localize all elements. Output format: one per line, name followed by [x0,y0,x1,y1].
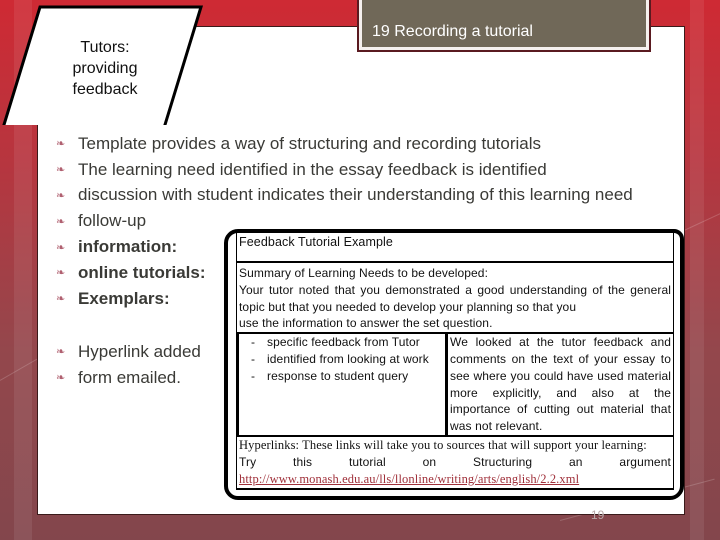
fleuron-bullet-icon: ❧ [56,241,66,254]
bullet-text: online tutorials: [78,262,206,282]
source-text: response to student query [267,368,409,383]
section-tag-line: Tutors: [80,39,130,56]
section-tag-label: Tutors: providing feedback [40,37,170,100]
try-word: Structuring [473,454,533,469]
try-tutorial-line: Try this tutorial on Structuring an argu… [239,454,671,471]
source-item: - specific feedback from Tutor [239,334,445,351]
try-word: argument [619,454,671,469]
fleuron-bullet-icon: ❧ [56,267,66,280]
bullet-text: Hyperlink added [78,341,201,361]
hyperlinks-section: Hyperlinks: These links will take you to… [237,437,673,487]
fleuron-bullet-icon: ❧ [56,372,66,385]
try-word: Try [239,454,257,469]
bullet-text: Template provides a way of structuring a… [78,133,542,153]
summary-text: Your tutor noted that you demonstrated a… [239,282,671,314]
summary-label: Summary of Learning Needs to be develope… [239,266,489,280]
try-word: this [293,454,313,469]
bullet-item: ❧ Hyperlink added [56,339,201,365]
tutorial-response: We looked at the tutor feedback and comm… [447,334,673,435]
source-text: identified from looking at work [267,351,429,366]
feedback-form-table: Feedback Tutorial Example Summary of Lea… [236,233,674,490]
try-word: tutorial [348,454,386,469]
slide-title: 19 Recording a tutorial [372,23,533,40]
bullet-text: form emailed. [78,367,181,387]
fleuron-bullet-icon: ❧ [56,164,66,177]
feedback-sources: - specific feedback from Tutor - identifie… [237,334,447,435]
try-word: an [569,454,583,469]
source-item: - identified from looking at work [239,351,445,368]
bullet-text: information: [78,237,178,257]
fleuron-bullet-icon: ❧ [56,138,66,151]
page-number: 19 [591,508,605,522]
feedback-details-row: - specific feedback from Tutor - identifie… [237,332,673,437]
bullet-item: ❧ Template provides a way of structuring … [56,131,633,157]
slide-title-box: 19 Recording a tutorial [357,0,651,52]
section-tag-line: providing [72,60,138,77]
source-text: specific feedback from Tutor [267,335,420,350]
fleuron-bullet-icon: ❧ [56,346,66,359]
bullet-item: ❧ form emailed. [56,365,201,391]
bullet-text: discussion with student indicates their … [78,185,633,205]
try-word: on [422,454,437,469]
section-tag: Tutors: providing feedback [0,5,205,125]
dash-marker: - [250,351,256,366]
hyperlinks-label: Hyperlinks: These links will take you to… [239,437,647,452]
bullet-item: ❧ The learning need identified in the ess… [56,157,633,183]
source-item: - response to student query [239,368,445,385]
bullet-text: follow-up [78,211,147,231]
dash-marker: - [250,335,256,350]
fleuron-bullet-icon: ❧ [56,293,66,306]
bullet-list-secondary: ❧ Hyperlink added ❧ form emailed. [56,339,201,391]
summary-section: Summary of Learning Needs to be develope… [237,263,673,332]
section-tag-line: feedback [72,81,138,98]
bullet-text: Exemplars: [78,288,170,308]
feedback-form-example: Feedback Tutorial Example Summary of Lea… [224,229,684,500]
fleuron-bullet-icon: ❧ [56,215,66,228]
background-stripe [690,0,704,540]
fleuron-bullet-icon: ❧ [56,189,66,202]
summary-text-last: use the information to answer the set qu… [239,316,493,331]
feedback-form-heading: Feedback Tutorial Example [237,233,673,263]
dash-marker: - [250,368,256,383]
bullet-text: The learning need identified in the essa… [78,159,547,179]
tutorial-hyperlink[interactable]: http://www.monash.edu.au/lls/llonline/wr… [239,472,579,486]
bullet-item: ❧ discussion with student indicates their… [56,183,633,209]
